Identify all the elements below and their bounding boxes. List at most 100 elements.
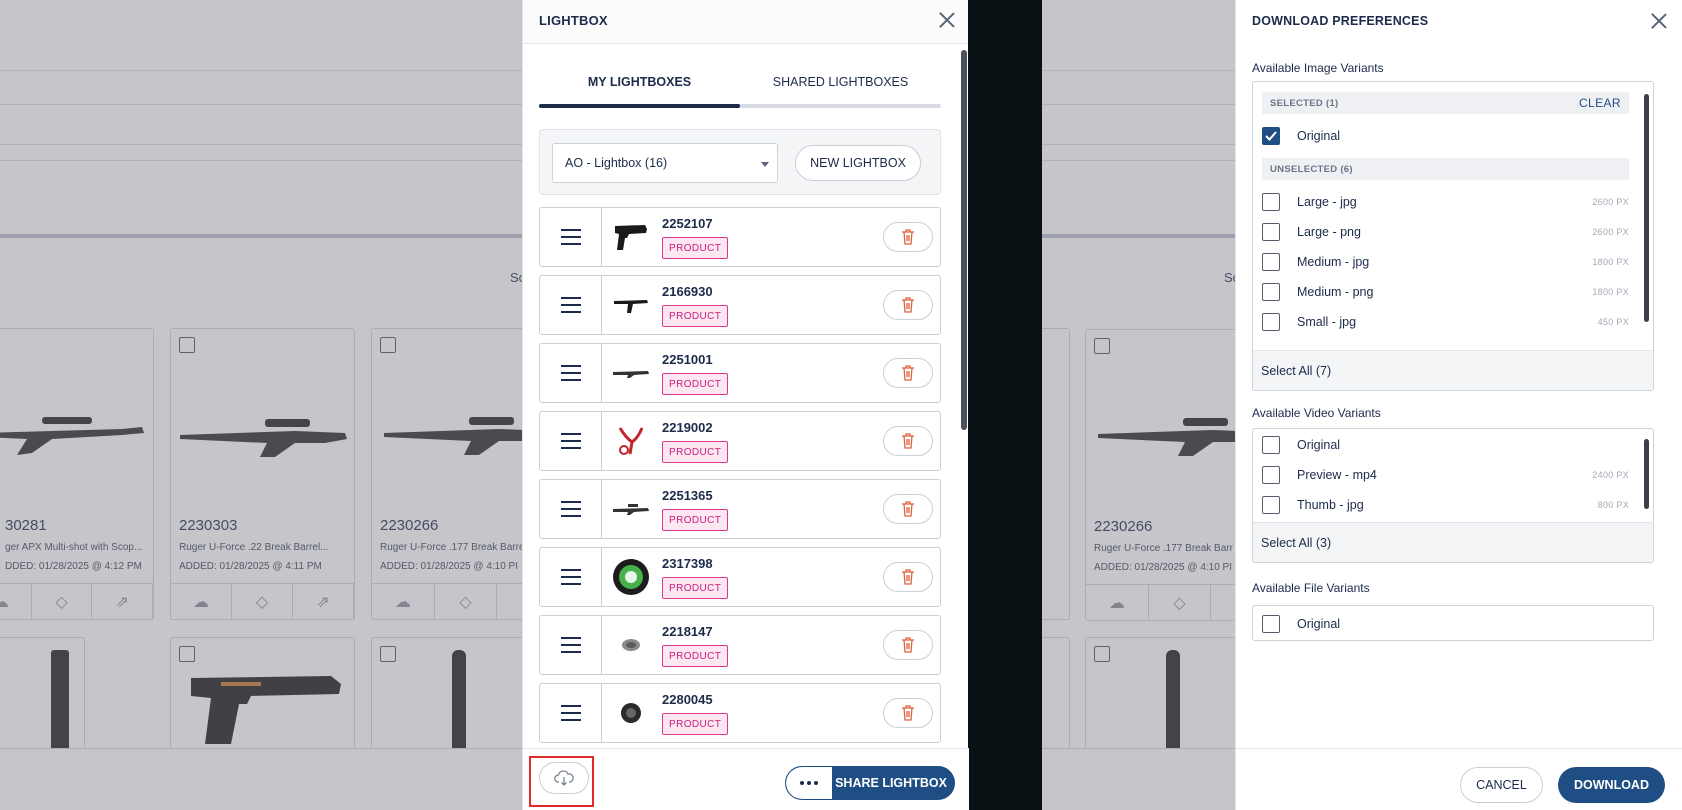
drag-handle-icon[interactable] — [540, 344, 602, 402]
image-variant-option[interactable]: Large - jpg 2600 PX — [1262, 190, 1629, 214]
lightbox-item: 2219002 PRODUCT — [539, 411, 941, 471]
checkbox[interactable] — [1262, 313, 1280, 331]
checkbox[interactable] — [1262, 253, 1280, 271]
drag-handle-icon[interactable] — [540, 276, 602, 334]
delete-item-button[interactable] — [883, 698, 933, 728]
trash-icon — [902, 229, 914, 245]
new-lightbox-button[interactable]: NEW LIGHTBOX — [795, 145, 921, 181]
delete-item-button[interactable] — [883, 426, 933, 456]
image-variants-scrollbar[interactable] — [1644, 94, 1649, 322]
drag-handle-icon[interactable] — [540, 548, 602, 606]
download-button[interactable]: DOWNLOAD — [1558, 767, 1665, 803]
item-id: 2252107 — [662, 216, 713, 231]
cancel-button[interactable]: CANCEL — [1460, 767, 1543, 803]
bg-footer — [1042, 748, 1235, 810]
delete-item-button[interactable] — [883, 358, 933, 388]
video-variant-option[interactable]: Preview - mp4 2400 PX — [1262, 463, 1629, 487]
checkbox[interactable] — [1262, 436, 1280, 454]
clear-selection-link[interactable]: CLEAR — [1579, 96, 1621, 110]
delete-item-button[interactable] — [883, 562, 933, 592]
lightbox-item: 2166930 PRODUCT — [539, 275, 941, 335]
bg-card-added: ADDED: 01/28/2025 @ 4:10 PI — [380, 561, 519, 572]
image-variants-box: SELECTED (1) CLEAR Original UNSELECTED (… — [1252, 81, 1654, 391]
image-variant-option[interactable]: Original — [1262, 124, 1629, 148]
bg-divider — [0, 160, 522, 161]
drag-handle-icon[interactable] — [540, 412, 602, 470]
lightbox-item: 2317398 PRODUCT — [539, 547, 941, 607]
bg-card-checkbox — [179, 646, 195, 662]
image-select-all[interactable]: Select All (7) — [1253, 350, 1653, 390]
bg-card-actions: ☁◇⇗ — [0, 583, 154, 619]
drag-handle-icon[interactable] — [540, 208, 602, 266]
video-variants-box: Original Preview - mp4 2400 PX Thumb - j… — [1252, 428, 1654, 563]
bg-card-desc: Ruger U-Force .177 Break Barre — [380, 542, 522, 553]
tab-active-indicator — [539, 104, 740, 108]
tab-my-lightboxes[interactable]: MY LIGHTBOXES — [539, 62, 740, 102]
checkbox[interactable] — [1262, 615, 1280, 633]
drag-handle-icon[interactable] — [540, 616, 602, 674]
item-id: 2219002 — [662, 420, 713, 435]
dark-strip — [968, 0, 1042, 810]
background-page-right: Sc 2230266 Ruger U-Force .177 Break Barr… — [1042, 0, 1235, 810]
item-id: 2280045 — [662, 692, 713, 707]
delete-item-button[interactable] — [883, 494, 933, 524]
checkbox[interactable] — [1262, 223, 1280, 241]
rifle-image — [171, 363, 354, 503]
prefs-header: DOWNLOAD PREFERENCES — [1236, 0, 1682, 42]
rifle-thumb — [612, 354, 650, 392]
drag-handle-icon[interactable] — [540, 480, 602, 538]
share-lightbox-button[interactable]: SHARE LIGHTBOX — [785, 766, 955, 800]
more-options-icon[interactable] — [786, 767, 832, 799]
bg-asset-card: 2230266 Ruger U-Force .177 Break Barr AD… — [1085, 329, 1235, 621]
video-select-all[interactable]: Select All (3) — [1253, 522, 1653, 562]
file-variant-option[interactable]: Original — [1262, 612, 1629, 636]
product-badge: PRODUCT — [662, 645, 729, 667]
image-variant-option[interactable]: Small - jpg 450 PX — [1262, 310, 1629, 334]
variant-name: Large - png — [1297, 225, 1361, 239]
image-variant-option[interactable]: Large - png 2600 PX — [1262, 220, 1629, 244]
image-variant-option[interactable]: Medium - png 1800 PX — [1262, 280, 1629, 304]
variant-name: Small - jpg — [1297, 315, 1357, 329]
lightbox-item: 2251001 PRODUCT — [539, 343, 941, 403]
video-variant-option[interactable]: Thumb - jpg 800 PX — [1262, 493, 1629, 517]
checkbox-checked[interactable] — [1262, 127, 1280, 145]
lightbox-tabs: MY LIGHTBOXES SHARED LIGHTBOXES — [539, 62, 941, 110]
item-id: 2251001 — [662, 352, 713, 367]
bg-card-checkbox — [1094, 338, 1110, 354]
cylinder-image — [452, 650, 466, 760]
delete-item-button[interactable] — [883, 222, 933, 252]
layers-icon: ◇ — [435, 584, 498, 619]
video-variants-scrollbar[interactable] — [1644, 439, 1649, 509]
prefs-title: DOWNLOAD PREFERENCES — [1252, 14, 1429, 28]
product-badge: PRODUCT — [662, 577, 729, 599]
checkbox[interactable] — [1262, 496, 1280, 514]
bg-card-checkbox — [380, 337, 396, 353]
close-lightbox-button[interactable] — [937, 10, 957, 30]
variant-name: Large - jpg — [1297, 195, 1357, 209]
lightbox-select[interactable]: AO - Lightbox (16) — [552, 143, 778, 183]
video-variant-option[interactable]: Original — [1262, 433, 1629, 457]
video-variants-label: Available Video Variants — [1252, 406, 1381, 420]
item-id: 2317398 — [662, 556, 713, 571]
delete-item-button[interactable] — [883, 630, 933, 660]
bg-divider — [1042, 144, 1235, 145]
image-variant-option[interactable]: Medium - jpg 1800 PX — [1262, 250, 1629, 274]
checkbox[interactable] — [1262, 283, 1280, 301]
lightbox-scrollbar[interactable] — [961, 50, 967, 430]
checkbox[interactable] — [1262, 466, 1280, 484]
slingshot-thumb — [612, 422, 650, 460]
drag-handle-icon[interactable] — [540, 684, 602, 742]
close-prefs-button[interactable] — [1649, 11, 1669, 31]
checkbox[interactable] — [1262, 193, 1280, 211]
product-badge: PRODUCT — [662, 509, 729, 531]
tab-shared-lightboxes[interactable]: SHARED LIGHTBOXES — [740, 62, 941, 102]
download-lightbox-button[interactable] — [539, 762, 589, 794]
cloud-icon: ☁ — [1086, 585, 1149, 620]
variant-name: Original — [1297, 438, 1341, 452]
delete-item-button[interactable] — [883, 290, 933, 320]
share-icon: ⇗ — [497, 584, 522, 619]
share-icon: ⇗ — [293, 584, 354, 619]
variant-name: Original — [1297, 129, 1341, 143]
variant-size: 450 PX — [1597, 317, 1629, 327]
bg-divider — [0, 70, 522, 71]
